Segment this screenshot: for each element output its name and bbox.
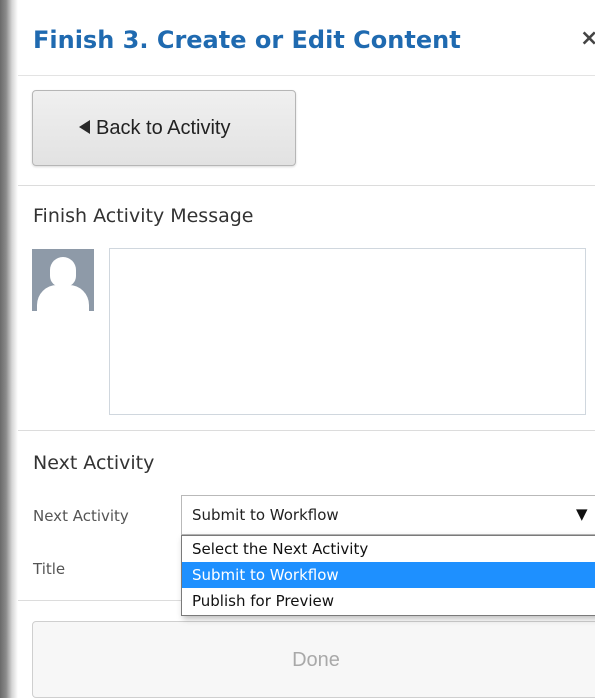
panel-header: Finish 3. Create or Edit Content ×: [18, 0, 595, 76]
avatar-body: [37, 285, 89, 311]
dropdown-option-publish-for-preview[interactable]: Publish for Preview: [182, 588, 595, 614]
panel-title: Finish 3. Create or Edit Content: [33, 26, 461, 54]
user-silhouette-icon: [32, 249, 94, 311]
back-button-label: Back to Activity: [96, 117, 231, 139]
finish-message-input[interactable]: [109, 248, 586, 415]
select-current-value: Submit to Workflow: [192, 506, 339, 524]
dropdown-option-select-next[interactable]: Select the Next Activity: [182, 536, 595, 562]
done-button-label: Done: [292, 649, 340, 671]
next-activity-heading: Next Activity: [33, 452, 155, 474]
back-arrow-icon: [79, 120, 90, 134]
finish-activity-panel: Finish 3. Create or Edit Content × Back …: [18, 0, 595, 698]
divider: [18, 185, 595, 186]
dropdown-arrow-icon: ▼: [576, 505, 588, 523]
screenshot-frame: Finish 3. Create or Edit Content × Back …: [0, 0, 595, 698]
window-shadow-edge: [0, 0, 18, 698]
back-to-activity-button[interactable]: Back to Activity: [32, 90, 296, 166]
next-activity-select[interactable]: Submit to Workflow ▼: [181, 495, 595, 535]
done-button[interactable]: Done: [32, 621, 595, 698]
finish-message-heading: Finish Activity Message: [33, 205, 254, 227]
next-activity-dropdown: Select the Next Activity Submit to Workf…: [181, 535, 595, 616]
close-icon[interactable]: ×: [580, 24, 595, 54]
dropdown-option-submit-to-workflow[interactable]: Submit to Workflow: [182, 562, 595, 588]
next-activity-label: Next Activity: [33, 507, 129, 525]
title-label: Title: [33, 560, 66, 578]
avatar-head: [50, 257, 76, 287]
divider: [18, 430, 595, 431]
